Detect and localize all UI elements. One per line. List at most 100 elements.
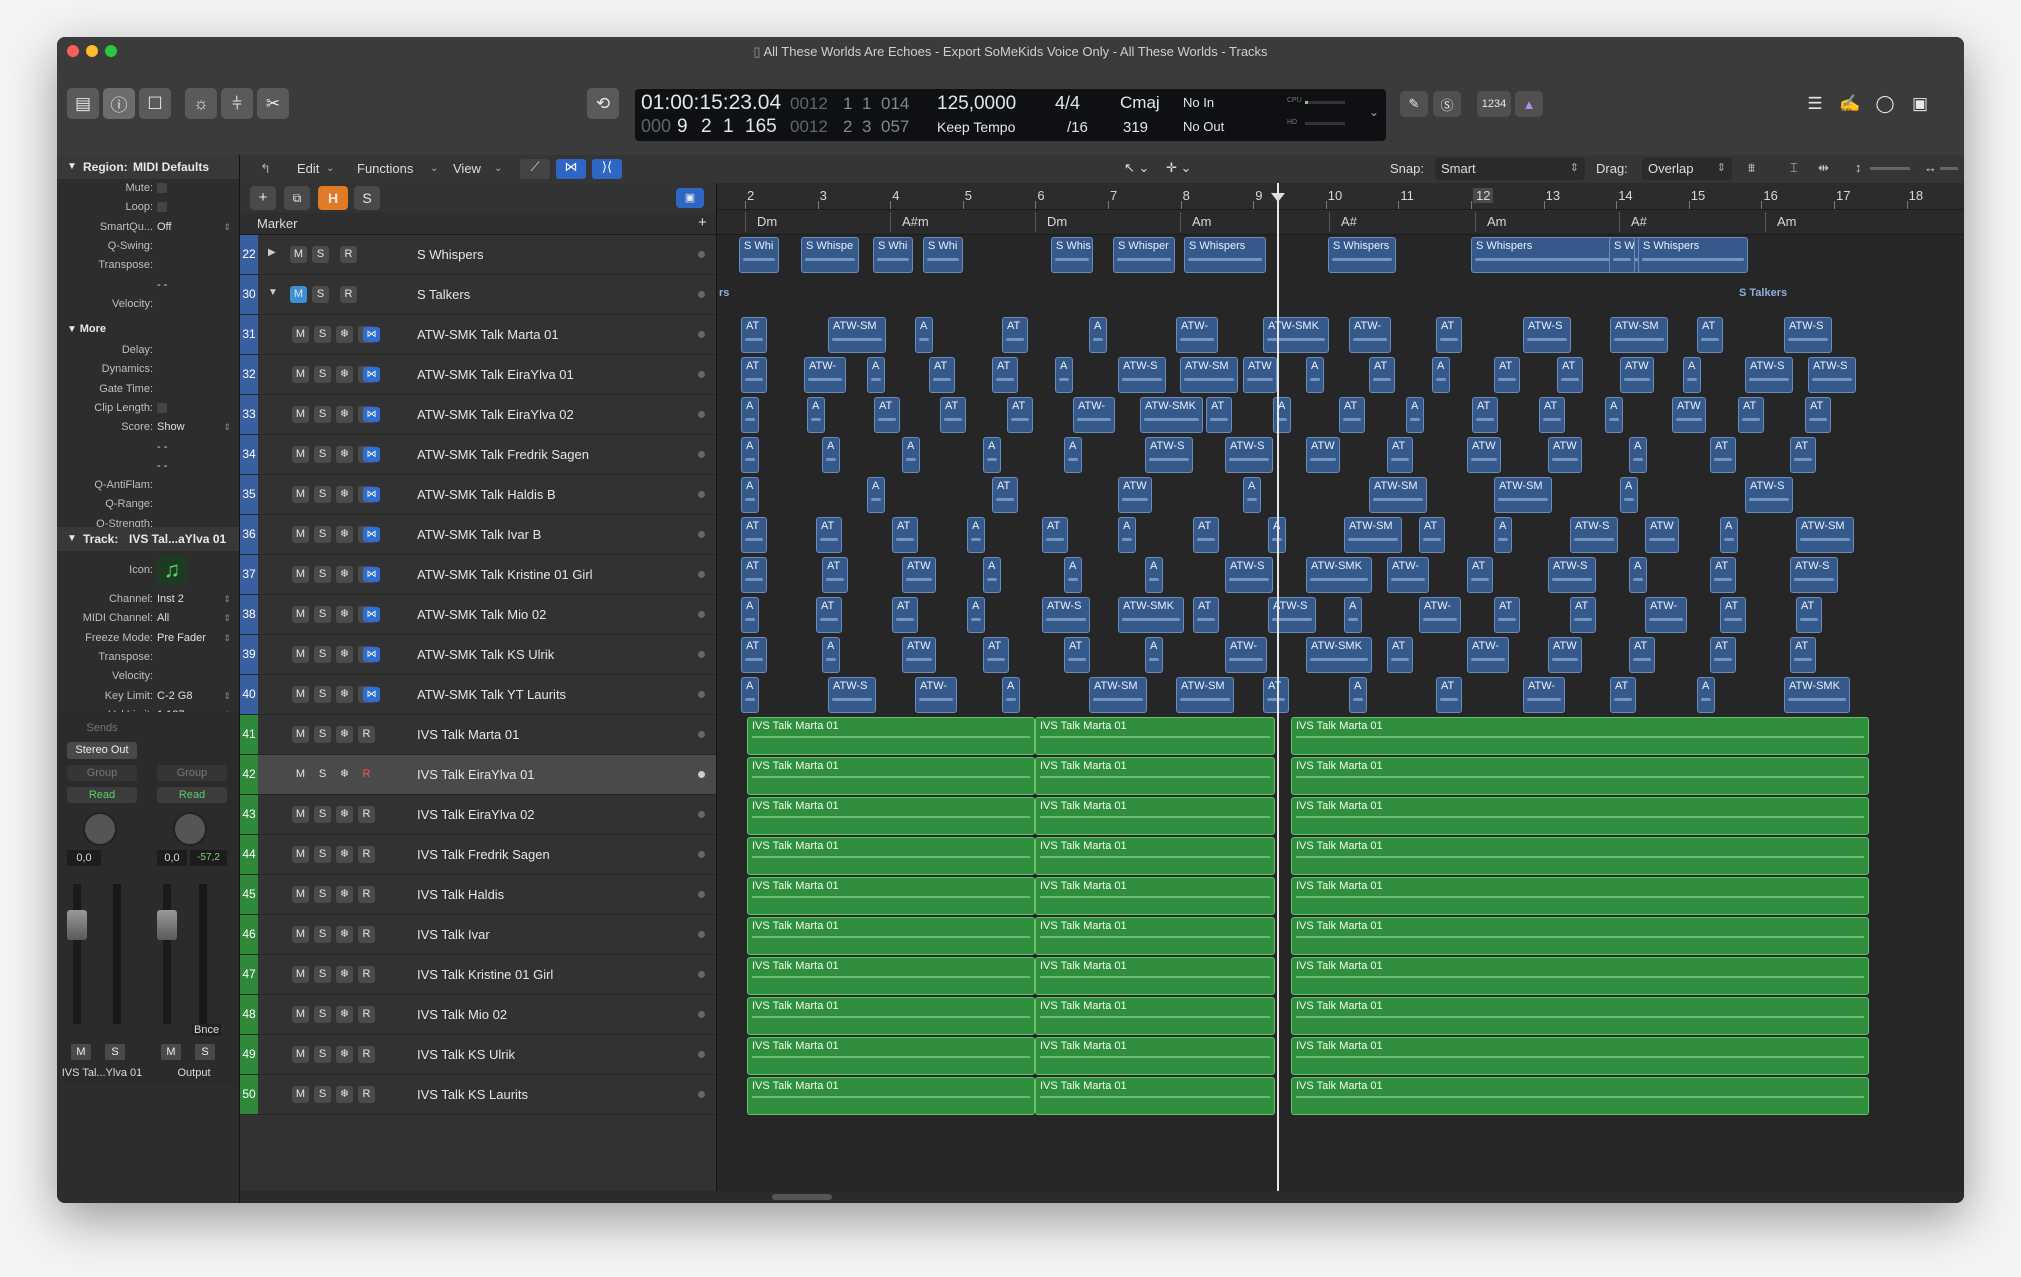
midi-region[interactable]: S Whi: [739, 237, 779, 273]
solo-button[interactable]: S: [314, 606, 331, 623]
audio-region[interactable]: IVS Talk Marta 01: [747, 997, 1035, 1035]
midi-region[interactable]: AT: [992, 357, 1018, 393]
property-value[interactable]: Inst 2: [157, 590, 184, 608]
freeze-button[interactable]: ❄: [336, 606, 353, 623]
horizontal-zoom-slider[interactable]: [1940, 167, 1958, 170]
midi-region[interactable]: A: [1306, 357, 1324, 393]
midi-region[interactable]: ATW-: [1523, 677, 1565, 713]
solo-button[interactable]: S: [314, 526, 331, 543]
chord-marker[interactable]: A#: [1631, 214, 1647, 229]
mute-button[interactable]: M: [290, 246, 307, 263]
midi-region[interactable]: ATW-: [1225, 637, 1267, 673]
midi-region[interactable]: AT: [1494, 597, 1520, 633]
mute-button[interactable]: M: [292, 446, 309, 463]
audio-region[interactable]: IVS Talk Marta 01: [747, 877, 1035, 915]
property-value[interactable]: Show: [157, 418, 185, 436]
fader-handle-a[interactable]: [67, 910, 87, 940]
audio-region[interactable]: IVS Talk Marta 01: [747, 1077, 1035, 1115]
mute-button[interactable]: M: [292, 326, 309, 343]
track-header[interactable]: 50 M S ❄ R IVS Talk KS Laurits: [240, 1075, 716, 1115]
mute-button[interactable]: M: [292, 646, 309, 663]
midi-region[interactable]: A: [741, 477, 759, 513]
midi-region[interactable]: ATW-S: [1225, 557, 1273, 593]
mute-button[interactable]: M: [292, 1046, 309, 1063]
audio-region[interactable]: IVS Talk Marta 01: [1291, 797, 1869, 835]
track-header[interactable]: 39MS❄R⋈ATW-SMK Talk KS Ulrik: [240, 635, 716, 675]
midi-region[interactable]: AT: [741, 517, 767, 553]
solo-button[interactable]: S: [314, 926, 331, 943]
record-enable-button[interactable]: R: [358, 1006, 375, 1023]
group-button-b[interactable]: Group: [157, 765, 227, 781]
track-header[interactable]: 32MS❄R⋈ATW-SMK Talk EiraYlva 01: [240, 355, 716, 395]
mute-button[interactable]: M: [292, 566, 309, 583]
midi-region[interactable]: ATW-S: [1145, 437, 1193, 473]
horizontal-scrollbar[interactable]: [240, 1191, 1964, 1203]
playhead-handle-icon[interactable]: [1271, 193, 1285, 202]
chord-marker[interactable]: Am: [1777, 214, 1797, 229]
midi-region[interactable]: A: [1629, 557, 1647, 593]
midi-region[interactable]: ATW-SMK: [1306, 557, 1372, 593]
lcd-division-value[interactable]: /16: [1067, 119, 1088, 136]
midi-region[interactable]: A: [1406, 397, 1424, 433]
property-value[interactable]: C-2 G8: [157, 687, 192, 705]
midi-region[interactable]: ATW-: [1349, 317, 1391, 353]
midi-region[interactable]: A: [867, 357, 885, 393]
midi-region[interactable]: A: [1002, 677, 1020, 713]
view-menu[interactable]: View: [453, 161, 481, 176]
freeze-button[interactable]: ❄: [336, 446, 353, 463]
midi-region[interactable]: AT: [741, 357, 767, 393]
tuner-icon[interactable]: ▲: [1515, 91, 1543, 117]
mute-button[interactable]: M: [292, 846, 309, 863]
audio-region[interactable]: IVS Talk Marta 01: [1291, 1037, 1869, 1075]
record-enable-button[interactable]: R: [358, 966, 375, 983]
horizontal-fit-icon[interactable]: ⇹: [1818, 160, 1829, 176]
midi-region[interactable]: A: [1273, 397, 1291, 433]
solo-button[interactable]: S: [314, 406, 331, 423]
strip-mute-a[interactable]: M: [71, 1044, 91, 1060]
track-header[interactable]: 38MS❄R⋈ATW-SMK Talk Mio 02: [240, 595, 716, 635]
freeze-button[interactable]: ❄: [336, 646, 353, 663]
midi-region[interactable]: A: [741, 437, 759, 473]
record-enable-button[interactable]: R: [358, 766, 375, 783]
mute-button[interactable]: M: [292, 726, 309, 743]
track-header[interactable]: 47 M S ❄ R IVS Talk Kristine 01 Girl: [240, 955, 716, 995]
freeze-button[interactable]: ❄: [336, 686, 353, 703]
strip-solo-a[interactable]: S: [105, 1044, 125, 1060]
midi-region[interactable]: A: [1349, 677, 1367, 713]
solo-button[interactable]: S: [314, 1046, 331, 1063]
cycle-icon[interactable]: ⟲: [587, 88, 619, 119]
midi-region[interactable]: AT: [1557, 357, 1583, 393]
region-inspector-header[interactable]: ▼ Region: MIDI Defaults: [57, 155, 239, 179]
audio-region[interactable]: IVS Talk Marta 01: [1291, 717, 1869, 755]
midi-region[interactable]: AT: [1369, 357, 1395, 393]
midi-region[interactable]: AT: [892, 517, 918, 553]
sends-button[interactable]: Sends: [67, 720, 137, 736]
track-header[interactable]: 42 M S ❄ R IVS Talk EiraYlva 01: [240, 755, 716, 795]
record-enable-button[interactable]: R: [358, 1046, 375, 1063]
track-header[interactable]: 40MS❄R⋈ATW-SMK Talk YT Laurits: [240, 675, 716, 715]
freeze-button[interactable]: ❄: [336, 406, 353, 423]
midi-region[interactable]: AT: [1494, 357, 1520, 393]
scissors-icon[interactable]: ✂: [257, 88, 289, 119]
midi-region[interactable]: A: [1697, 677, 1715, 713]
midi-region[interactable]: ATW-S: [1784, 317, 1832, 353]
midi-region[interactable]: AT: [816, 517, 842, 553]
midi-region[interactable]: A: [902, 437, 920, 473]
solo-button[interactable]: S: [314, 566, 331, 583]
midi-region[interactable]: ATW-SM: [1796, 517, 1854, 553]
marquee-tool-icon[interactable]: ✛ ⌄: [1166, 160, 1200, 180]
midi-region[interactable]: AT: [1436, 677, 1462, 713]
solo-button[interactable]: S: [314, 966, 331, 983]
mute-button[interactable]: M: [292, 606, 309, 623]
mute-button[interactable]: M: [292, 366, 309, 383]
track-header[interactable]: 35MS❄R⋈ATW-SMK Talk Haldis B: [240, 475, 716, 515]
audio-region[interactable]: IVS Talk Marta 01: [1291, 957, 1869, 995]
midi-region[interactable]: ATW-SM: [1089, 677, 1147, 713]
edit-menu[interactable]: Edit: [297, 161, 319, 176]
midi-region[interactable]: A: [1683, 357, 1701, 393]
midi-region[interactable]: AT: [1610, 677, 1636, 713]
record-enable-button[interactable]: R: [340, 246, 357, 263]
freeze-button[interactable]: ❄: [336, 1046, 353, 1063]
stack-disclosure-icon[interactable]: ▶: [268, 247, 276, 258]
audio-region[interactable]: IVS Talk Marta 01: [1035, 1077, 1275, 1115]
